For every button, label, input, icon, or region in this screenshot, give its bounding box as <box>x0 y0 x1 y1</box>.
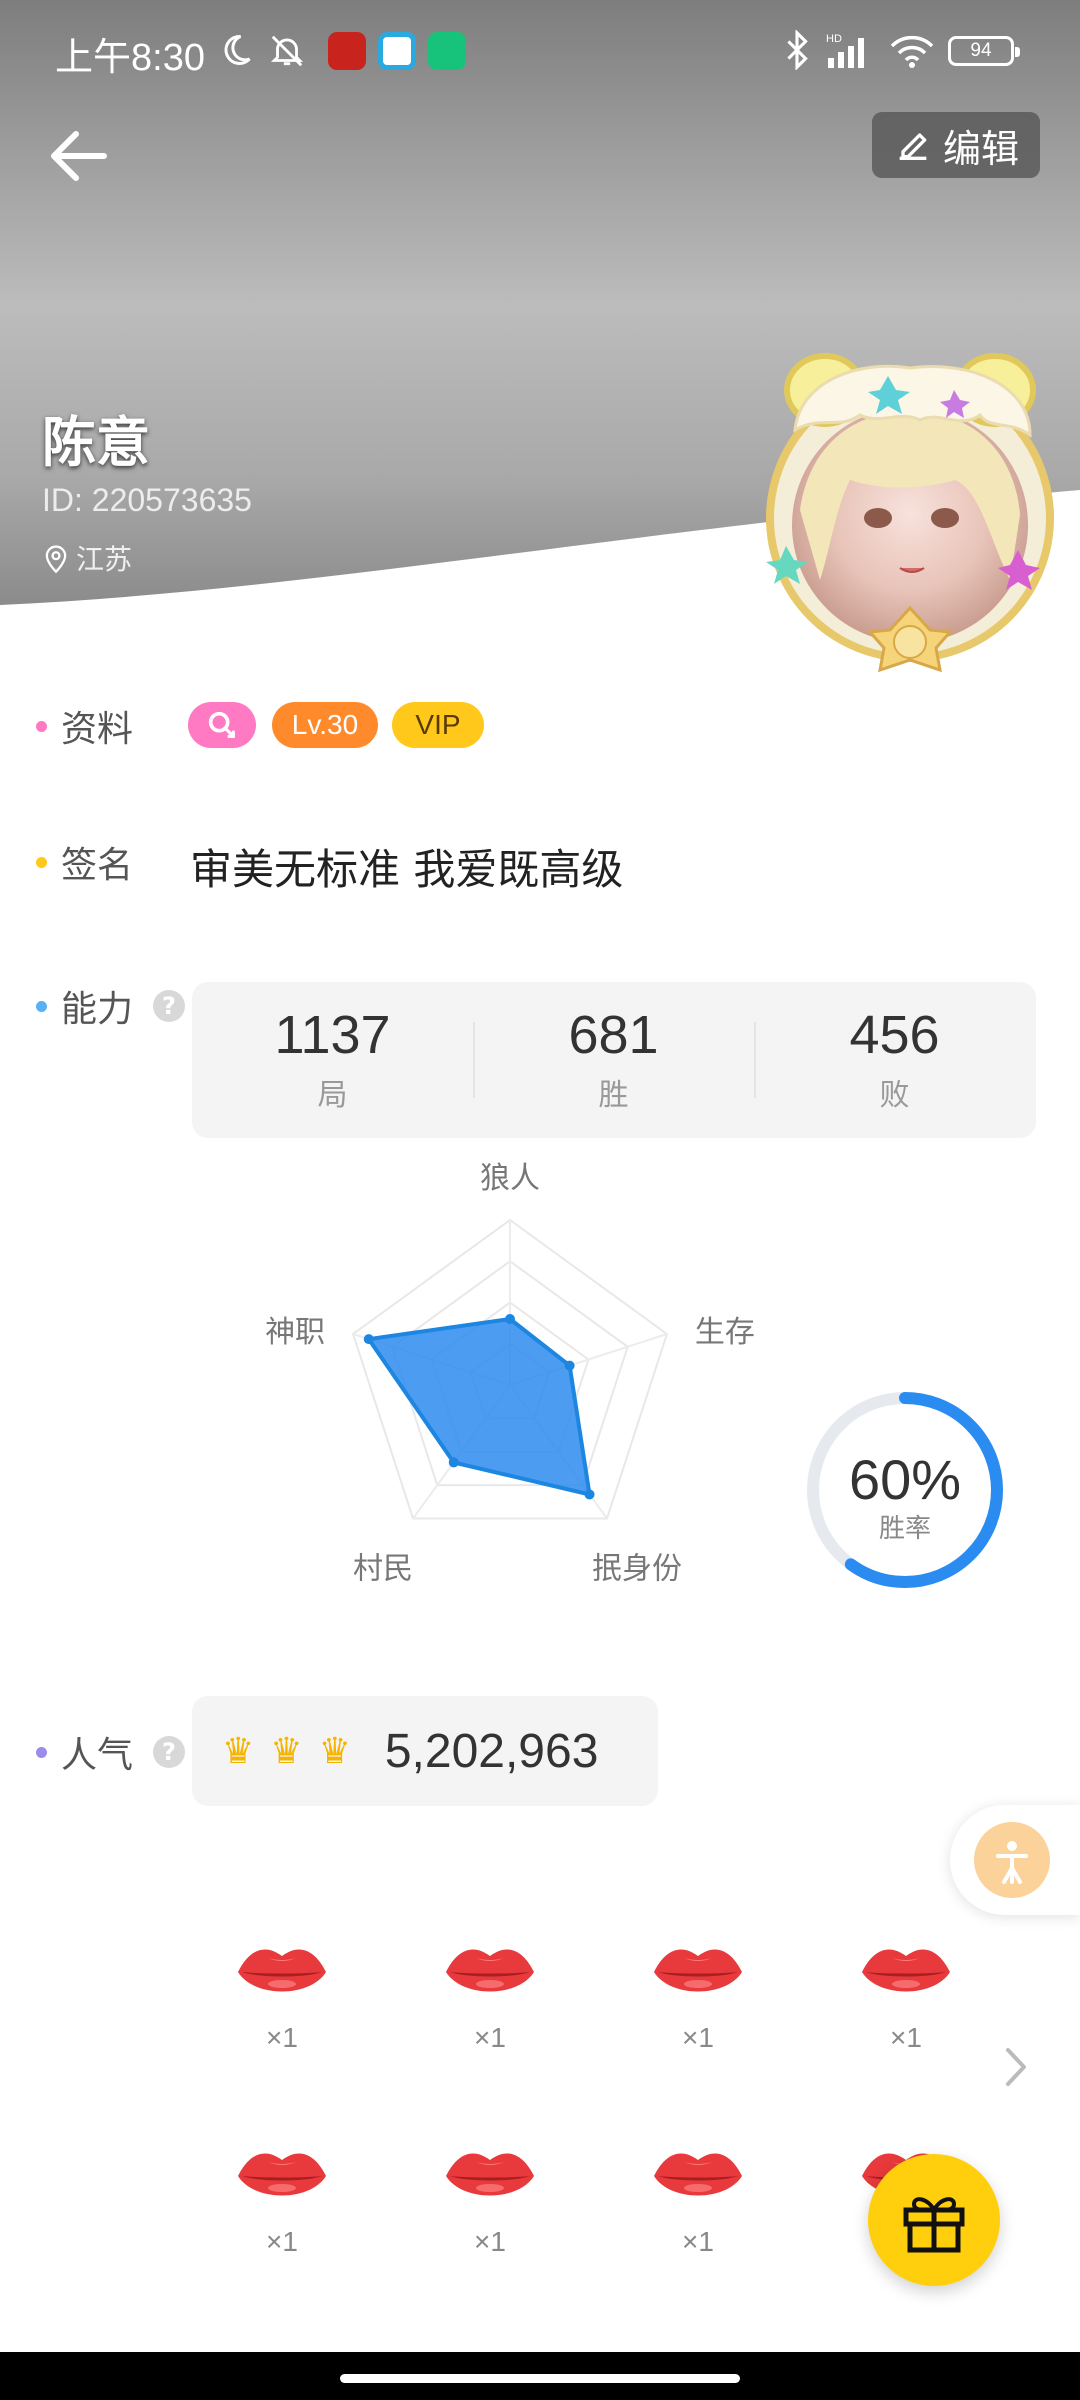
gift-count: ×1 <box>474 2226 506 2257</box>
gift-item[interactable]: ×1 <box>430 2142 550 2302</box>
network-label: HD <box>826 33 842 45</box>
gift-count: ×1 <box>474 2022 506 2053</box>
edit-label: 编辑 <box>942 126 1019 171</box>
edit-button[interactable]: 编辑 <box>872 112 1040 178</box>
moon-icon <box>224 34 251 65</box>
win-rate-label: 胜率 <box>879 1514 931 1544</box>
purple-dot <box>36 1746 47 1758</box>
gift-count: ×1 <box>682 2226 714 2257</box>
win-rate-ring: 60% 胜率 <box>807 1392 1003 1588</box>
profile-location: 江苏 <box>42 538 132 578</box>
stat-label: 败 <box>879 1078 910 1113</box>
pink-dot <box>36 720 47 732</box>
avatar[interactable] <box>740 340 1080 680</box>
status-time: 上午8:30 <box>55 37 205 79</box>
stat-games: 1137 局 <box>192 982 473 1138</box>
help-icon[interactable]: ? <box>153 1736 186 1768</box>
yellow-dot <box>36 856 47 868</box>
signature-section-label: 签名 <box>36 836 133 888</box>
accessibility-float-button[interactable] <box>950 1805 1080 1915</box>
radar-axis-label: 狼人 <box>480 1161 540 1196</box>
lips-icon <box>238 1949 326 1992</box>
gift-item[interactable]: ×1 <box>638 2142 758 2302</box>
ability-stats-card: 1137 局 681 胜 456 败 <box>192 982 1036 1138</box>
gift-count: ×1 <box>682 2022 714 2053</box>
ability-section-label: 能力 ? <box>36 980 186 1032</box>
radar-axis-label: 神职 <box>265 1315 325 1350</box>
signature-label: 签名 <box>61 845 134 886</box>
radar-point <box>584 1489 595 1500</box>
radar-point <box>505 1314 515 1324</box>
battery-indicator: 94 <box>948 36 1020 66</box>
gift-count: ×1 <box>266 2226 298 2257</box>
level-badge: Lv.30 <box>272 702 378 748</box>
app-notification-icon <box>328 32 366 70</box>
lips-icon <box>654 1949 742 1992</box>
popularity-section-label: 人气 ? <box>36 1726 186 1778</box>
female-icon <box>208 711 235 738</box>
location-pin-icon <box>45 545 67 574</box>
mute-bell-icon <box>270 35 304 67</box>
status-bar: 上午8:30 HD 94 <box>0 0 1080 100</box>
back-arrow-icon[interactable] <box>44 126 114 186</box>
radar-axis-label: 村民 <box>353 1551 413 1586</box>
gift-item[interactable]: ×1 <box>846 1938 966 2098</box>
win-rate-value: 60% <box>849 1448 961 1511</box>
app-notification-icon <box>378 32 416 70</box>
signal-icon: HD <box>826 33 864 68</box>
radar-point <box>363 1334 374 1345</box>
bluetooth-icon <box>787 30 808 70</box>
popularity-label: 人气 <box>61 1735 134 1776</box>
radar-area <box>365 1316 592 1498</box>
stat-losses: 456 败 <box>754 982 1035 1138</box>
info-section-label: 资料 <box>36 700 133 752</box>
radar-point <box>564 1360 575 1371</box>
lips-icon <box>238 2153 326 2196</box>
lips-icon <box>446 2153 534 2196</box>
pencil-icon <box>899 133 927 160</box>
crown-icon: ♛ <box>222 1730 255 1772</box>
signature-text: 审美无标准 我爱既高级 <box>190 845 624 894</box>
radar-axis-label: 生存 <box>695 1315 755 1350</box>
chevron-right-icon[interactable] <box>996 2042 1036 2092</box>
lips-icon <box>446 1949 534 1992</box>
ability-label: 能力 <box>61 989 134 1030</box>
gift-item[interactable]: ×1 <box>222 1938 342 2098</box>
radar-point <box>448 1457 459 1468</box>
vip-badge: VIP <box>392 702 484 748</box>
home-indicator[interactable] <box>340 2374 740 2383</box>
lips-icon <box>862 1949 950 1992</box>
crown-icon: ♛ <box>270 1730 303 1772</box>
popularity-card: ♛ ♛ ♛ 5,202,963 <box>192 1696 658 1806</box>
wifi-icon <box>890 35 934 68</box>
stat-label: 胜 <box>598 1078 629 1113</box>
ability-radar-chart: 狼人生存抿身份 村民 神职 <box>265 1161 755 1586</box>
gift-count: ×1 <box>266 2022 298 2053</box>
app-notification-icon <box>428 32 466 70</box>
info-label: 资料 <box>61 709 134 750</box>
gift-button[interactable] <box>868 2154 1000 2286</box>
gift-icon <box>903 2197 965 2253</box>
stat-wins: 681 胜 <box>473 982 754 1138</box>
gift-count: ×1 <box>890 2022 922 2053</box>
help-icon[interactable]: ? <box>153 990 186 1022</box>
stat-value: 681 <box>568 1005 659 1065</box>
profile-id: ID: 220573635 <box>42 482 252 518</box>
gift-item[interactable]: ×1 <box>222 2142 342 2302</box>
blue-dot <box>36 1000 47 1012</box>
stat-value: 1137 <box>274 1005 391 1065</box>
stat-label: 局 <box>317 1078 348 1113</box>
radar-axis-label: 抿身份 <box>592 1551 682 1586</box>
gender-badge <box>188 702 256 748</box>
crown-icon: ♛ <box>318 1730 351 1772</box>
lips-icon <box>654 2153 742 2196</box>
profile-name: 陈意 <box>42 411 150 474</box>
stat-value: 456 <box>849 1005 940 1065</box>
location-text: 江苏 <box>76 543 133 576</box>
gift-item[interactable]: ×1 <box>638 1938 758 2098</box>
accessibility-icon <box>974 1822 1050 1898</box>
gift-item[interactable]: ×1 <box>430 1938 550 2098</box>
popularity-value: 5,202,963 <box>384 1724 599 1778</box>
